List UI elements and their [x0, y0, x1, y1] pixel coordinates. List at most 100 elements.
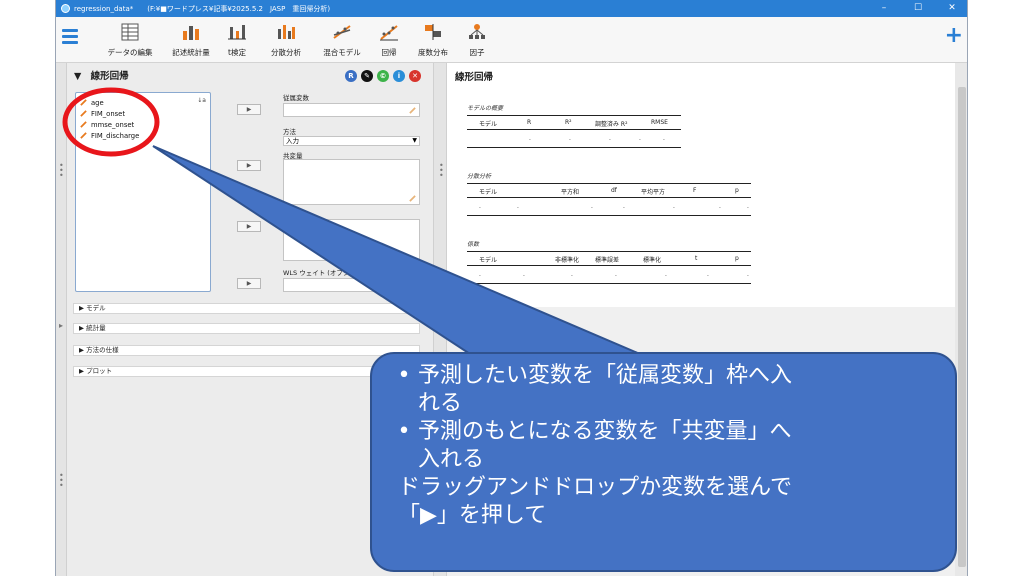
anova-table: モデル 平方和 df 平均平方 F p . . . . . . . [479, 187, 749, 210]
info-icon[interactable]: i [393, 70, 405, 82]
variable-name: age [91, 98, 104, 107]
factors-box[interactable] [283, 219, 420, 261]
edit-title-icon[interactable]: ✎ [361, 70, 373, 82]
ribbon-mixed-model-button[interactable]: 混合モデル [316, 21, 368, 59]
bullet-icon: • [397, 419, 411, 444]
list-item[interactable]: mmse_onset [80, 119, 210, 130]
bullet-icon: • [397, 363, 411, 388]
move-to-covariates-button[interactable]: ▶ [237, 160, 261, 171]
left-margin [0, 0, 55, 576]
table-icon [121, 23, 139, 41]
ribbon-label: t検定 [228, 48, 246, 57]
sort-icon[interactable]: ↓a [197, 97, 206, 104]
ribbon-label: 混合モデル [323, 48, 361, 57]
frequency-icon [425, 24, 441, 40]
jasp-app-icon [61, 4, 70, 13]
ribbon-label: 因子 [469, 48, 485, 57]
ribbon-descriptives-button[interactable]: 記述統計量 [166, 21, 216, 59]
ribbon-ttest-button[interactable]: t検定 [220, 21, 254, 59]
table-rule [467, 215, 751, 216]
scale-variable-icon [80, 110, 87, 117]
right-margin [968, 0, 1024, 576]
analysis-title: 線形回帰 [90, 71, 129, 82]
scrollbar-thumb[interactable] [958, 87, 966, 567]
splitter-handle-icon: • • • [59, 471, 64, 490]
ribbon-anova-button[interactable]: 分散分析 [260, 21, 312, 59]
coefficients-label: 係数 [467, 241, 480, 248]
dependent-label: 従属変数 [283, 94, 309, 102]
table-rule [467, 115, 681, 116]
ribbon-label: 分散分析 [271, 48, 301, 57]
section-plots[interactable]: ▶ プロット [73, 366, 420, 377]
window-path: (F:¥■ワードプレス¥記事¥2025.5.2 JASP 重回帰分析) [147, 4, 331, 13]
ribbon-factor-button[interactable]: 因子 [460, 21, 494, 59]
section-statistics[interactable]: ▶ 統計量 [73, 323, 420, 334]
method-label: 方法 [283, 128, 296, 136]
variable-list[interactable]: ↓a age FIM_onset mmse_onset FIM_discharg… [75, 92, 211, 292]
table-rule [467, 265, 751, 266]
move-to-dependent-button[interactable]: ▶ [237, 104, 261, 115]
ribbon-data-edit-button[interactable]: データの編集 [102, 21, 158, 59]
analysis-header-icons: R ✎ © i ✕ [345, 70, 421, 82]
ribbon-frequency-button[interactable]: 度数分布 [410, 21, 456, 59]
minimize-button[interactable]: – [867, 0, 901, 17]
callout-bullet-2: • 予測のもとになる変数を「共変量」へ [390, 418, 937, 446]
chevron-down-icon: ▼ [412, 137, 417, 144]
factor-icon [469, 24, 485, 39]
splitter-handle-icon: • • • [439, 161, 444, 180]
table-rule [467, 147, 681, 148]
add-module-button[interactable]: + [945, 25, 963, 47]
table-rule [467, 251, 751, 252]
mixed-model-icon [333, 25, 351, 39]
wls-weights-box[interactable] [283, 278, 420, 292]
window-title: regression_data* [74, 4, 134, 13]
table-rule [467, 197, 751, 198]
move-to-wls-button[interactable]: ▶ [237, 278, 261, 289]
callout-bullet-1: • 予測したい変数を「従属変数」枠へ入 [390, 362, 937, 390]
callout-bullet-1-cont: れる [418, 391, 463, 416]
hamburger-menu-icon[interactable] [62, 29, 78, 44]
ribbon-regression-button[interactable]: 回帰 [372, 21, 406, 59]
ribbon-label: データの編集 [107, 48, 153, 57]
ribbon-label: 度数分布 [418, 48, 448, 57]
section-method-spec[interactable]: ▶ 方法の仕様 [73, 345, 420, 356]
title-bar: regression_data* (F:¥■ワードプレス¥記事¥2025.5.2… [56, 0, 967, 17]
covariates-box[interactable] [283, 159, 420, 205]
list-item[interactable]: age [80, 97, 210, 108]
analysis-header[interactable]: ▼ 線形回帰 [74, 68, 129, 82]
move-to-factors-button[interactable]: ▶ [237, 221, 261, 232]
variable-name: FIM_discharge [91, 131, 140, 140]
collapse-arrow-icon: ▼ [74, 71, 82, 82]
method-select[interactable]: 入力 ▼ [283, 136, 420, 146]
dependent-variable-box[interactable] [283, 103, 420, 117]
ttest-icon [228, 25, 246, 40]
variable-name: FIM_onset [91, 109, 126, 118]
scale-variable-icon [80, 121, 87, 128]
left-splitter[interactable]: • • • ▸ • • • [56, 63, 67, 576]
callout-text-line: ドラッグアンドドロップか変数を選んで [398, 475, 793, 500]
method-value: 入力 [286, 137, 299, 145]
duplicate-icon[interactable]: © [377, 70, 389, 82]
list-item[interactable]: FIM_onset [80, 108, 210, 119]
close-button[interactable]: ✕ [935, 0, 967, 17]
scale-variable-icon [80, 99, 87, 106]
model-summary-label: モデルの概要 [467, 105, 504, 112]
model-summary-table: モデル R R² 調整済み R² RMSE . . . . . [479, 119, 668, 142]
scale-variable-icon [409, 107, 416, 114]
splitter-arrow-icon: ▸ [59, 321, 64, 330]
table-rule [467, 129, 681, 130]
callout-bullet-2-cont: 入れる [418, 447, 485, 472]
scale-variable-icon [409, 195, 416, 202]
anova-icon [278, 25, 295, 39]
scale-variable-icon [80, 132, 87, 139]
anova-label: 分散分析 [467, 173, 492, 180]
close-analysis-icon[interactable]: ✕ [409, 70, 421, 82]
wls-label: WLS ウェイト (オプショ [283, 269, 356, 277]
r-syntax-icon[interactable]: R [345, 70, 357, 82]
ribbon: データの編集 記述統計量 t検定 分散分析 混合モデル 回帰 度数分布 因子 + [56, 17, 967, 63]
splitter-handle-icon: • • • [59, 161, 64, 180]
section-model[interactable]: ▶ モデル [73, 303, 420, 314]
list-item[interactable]: FIM_discharge [80, 130, 210, 141]
maximize-button[interactable]: ☐ [901, 0, 935, 17]
instruction-callout: • 予測したい変数を「従属変数」枠へ入 れる • 予測のもとになる変数を「共変量… [370, 352, 957, 572]
